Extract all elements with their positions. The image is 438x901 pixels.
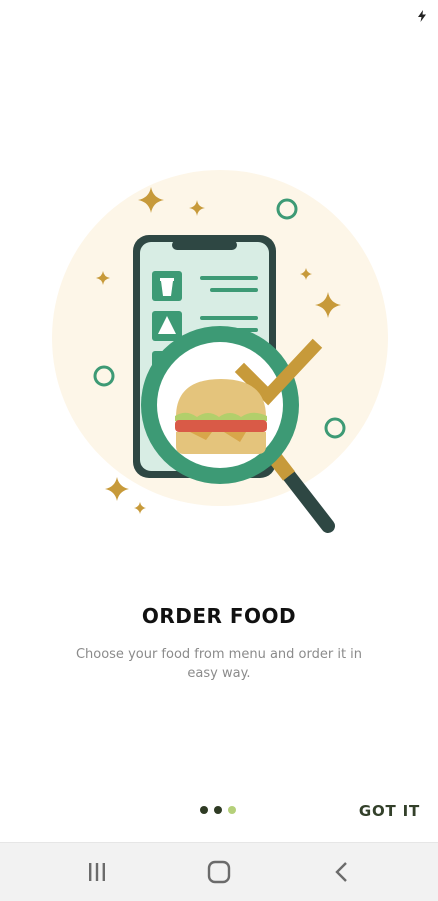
system-navigation-bar — [0, 842, 438, 901]
onboarding-illustration — [52, 170, 388, 533]
page-indicator-dot-2[interactable] — [214, 806, 222, 814]
home-icon[interactable] — [204, 858, 234, 886]
page-title: ORDER FOOD — [141, 604, 297, 628]
recent-apps-icon[interactable] — [82, 858, 112, 886]
got-it-button[interactable]: GOT IT — [359, 802, 420, 820]
charging-bolt-icon — [418, 10, 426, 22]
page-indicator — [200, 806, 236, 814]
page-indicator-dot-3-active[interactable] — [228, 806, 236, 814]
page-description: Choose your food from menu and order it … — [75, 647, 363, 681]
page-indicator-dot-1[interactable] — [200, 806, 208, 814]
burger-icon — [175, 379, 267, 454]
status-bar — [0, 0, 438, 34]
back-icon[interactable] — [327, 858, 357, 886]
